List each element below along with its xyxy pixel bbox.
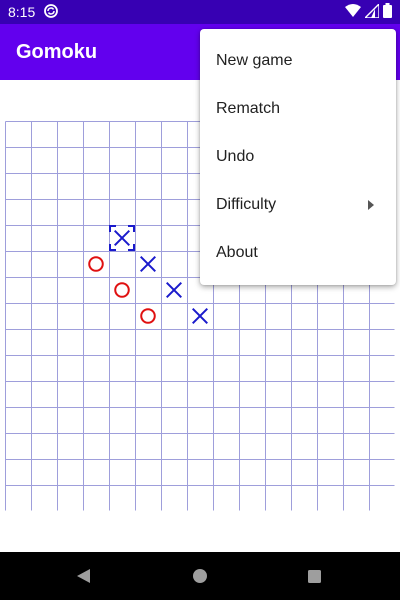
menu-item-label: Rematch	[216, 100, 281, 117]
x-stone	[140, 256, 156, 272]
menu-item-label: About	[216, 244, 258, 261]
wifi-icon	[345, 3, 361, 21]
menu-item-difficulty[interactable]: Difficulty	[200, 181, 396, 229]
x-stone	[166, 282, 182, 298]
o-stone	[114, 282, 130, 298]
battery-icon	[383, 3, 392, 21]
status-icons	[345, 1, 392, 21]
menu-item-label: Undo	[216, 148, 255, 165]
cellular-icon	[363, 1, 380, 21]
o-stone	[140, 308, 156, 324]
menu-item-about[interactable]: About	[200, 229, 396, 277]
menu-item-rematch[interactable]: Rematch	[200, 85, 396, 133]
menu-item-undo[interactable]: Undo	[200, 133, 396, 181]
overflow-menu: New game Rematch Undo Difficulty About	[200, 29, 396, 285]
sync-icon	[43, 3, 59, 22]
home-icon[interactable]	[193, 569, 207, 583]
status-time: 8:15	[8, 4, 36, 20]
x-stone	[114, 230, 130, 246]
x-stone	[192, 308, 208, 324]
menu-item-label: New game	[216, 52, 293, 69]
menu-item-new-game[interactable]: New game	[200, 37, 396, 85]
status-bar: 8:15	[0, 0, 400, 24]
app-title: Gomoku	[16, 40, 98, 63]
recents-icon[interactable]	[308, 570, 321, 583]
navigation-bar	[0, 552, 400, 600]
submenu-arrow-icon	[368, 200, 374, 210]
back-icon[interactable]	[77, 569, 90, 583]
o-stone	[88, 256, 104, 272]
menu-item-label: Difficulty	[216, 196, 277, 213]
